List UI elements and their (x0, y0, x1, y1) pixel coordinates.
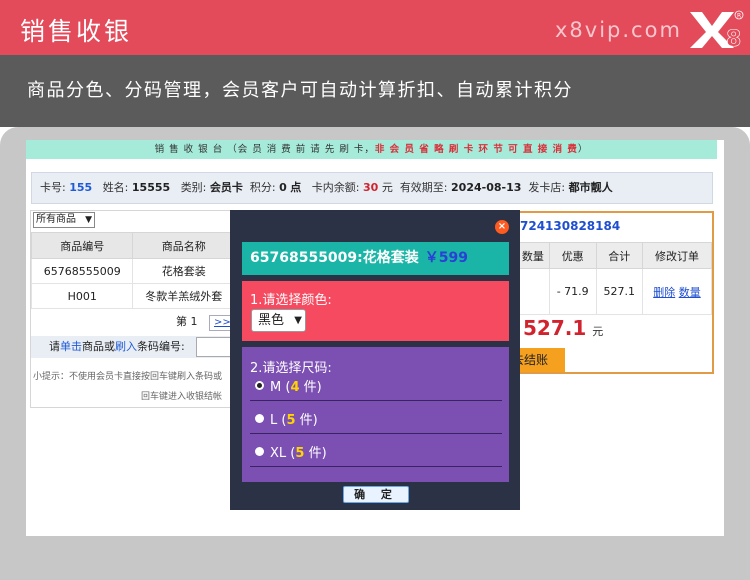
column-header: 合计 (595, 242, 643, 269)
chevron-down-icon: ▼ (85, 215, 92, 225)
barcode-input[interactable] (196, 337, 234, 357)
size-unit: 件) (299, 413, 318, 428)
site-url: x8vip.com (555, 18, 682, 42)
notice-text: 销 售 收 银 台 （会 员 消 费 前 请 先 刷 卡， (154, 144, 375, 155)
points-label: 积分: (249, 181, 276, 194)
svg-text:R: R (737, 13, 741, 20)
cashier-notice: 销 售 收 银 台 （会 员 消 费 前 请 先 刷 卡，非 会 员 省 略 刷… (26, 140, 717, 159)
size-name: L (270, 413, 278, 428)
size-unit: 件) (308, 446, 327, 461)
x8-logo: 8 R (690, 10, 744, 50)
card-label: 卡号: (40, 181, 66, 194)
divider (250, 466, 502, 467)
svg-text:8: 8 (726, 27, 741, 50)
page-indicator: 第 1 (176, 315, 198, 328)
edit-qty-link[interactable]: 数量 (679, 286, 701, 299)
name-label: 姓名: (102, 181, 129, 194)
balance-unit: 元 (381, 181, 393, 194)
product-name: 花格套装 (132, 258, 235, 284)
size-name: M (270, 380, 282, 395)
color-select[interactable]: 黑色 ▼ (251, 309, 306, 332)
order-table: 数量 优惠 合计 修改订单 - 71.9 527.1 删除 数量 (516, 242, 713, 315)
notice-end: ） (577, 144, 589, 155)
size-stock: 4 (290, 380, 300, 395)
size-unit: 件) (303, 380, 322, 395)
member-info-bar: 卡号: 155 姓名: 15555 类别: 会员卡 积分: 0 点 卡内余额: … (31, 172, 713, 204)
order-actions: 删除 数量 (641, 268, 713, 315)
order-card-number: 724130828184 (520, 219, 621, 233)
scan-mid1: 商品或 (82, 340, 115, 353)
type-label: 类别: (180, 181, 207, 194)
product-name: 冬款羊羔绒外套 (132, 283, 235, 309)
product-code: 65768555009 (30, 258, 134, 284)
divider (250, 400, 502, 401)
top-header: 销售收银 x8vip.com 8 R (0, 0, 750, 55)
card-balance: 30 (363, 181, 379, 194)
size-option-l[interactable]: L (5 件) (255, 409, 318, 428)
scan-prefix: 请 (49, 340, 60, 353)
page: 销售收银 x8vip.com 8 R 商品分色、分码管理，会员客户可自动计算折扣… (0, 0, 750, 580)
confirm-button[interactable]: 确 定 (343, 486, 409, 503)
table-row: - 71.9 527.1 删除 数量 (516, 268, 713, 315)
points-unit: 点 (290, 181, 302, 194)
member-name: 15555 (131, 181, 171, 194)
product-filter-select[interactable]: 所有商品 ▼ (33, 212, 95, 228)
store-label: 发卡店: (528, 181, 566, 194)
table-row[interactable]: H001 冬款羊羔绒外套 (30, 283, 235, 309)
banner-text: 商品分色、分码管理，会员客户可自动计算折扣、自动累计积分 (27, 80, 573, 101)
column-header: 商品名称 (132, 232, 235, 259)
tip-text: 小提示：不使用会员卡直接按回车键刷入条码或 (33, 372, 223, 382)
product-code: H001 (30, 283, 134, 309)
scan-swipe-word: 刷入 (115, 340, 137, 353)
radio-selected-icon[interactable] (255, 381, 264, 390)
total-amount: 527.1 (523, 316, 587, 340)
expiry-label: 有效期至: (399, 181, 448, 194)
size-stock: 5 (295, 446, 305, 461)
product-table: 商品编号 商品名称 65768555009 花格套装 H001 冬款羊羔绒外套 (30, 232, 235, 309)
scan-mid2: 条码编号: (137, 340, 185, 353)
color-value: 黑色 (258, 313, 285, 328)
delete-link[interactable]: 删除 (653, 286, 675, 299)
order-total: 527.1 元 (523, 316, 603, 340)
order-subtotal: 527.1 (595, 268, 643, 315)
card-number: 155 (69, 181, 93, 194)
notice-warning: 非 会 员 省 略 刷 卡 环 节 可 直 接 消 费 (374, 144, 578, 155)
size-name: XL (270, 446, 287, 461)
column-header: 商品编号 (30, 232, 134, 259)
size-option-xl[interactable]: XL (5 件) (255, 442, 327, 461)
expiry-date: 2024-08-13 (451, 181, 522, 194)
member-type: 会员卡 (209, 181, 243, 194)
scan-click-word: 单击 (60, 340, 82, 353)
close-icon[interactable]: × (495, 220, 509, 234)
tip-text-2: 回车键进入收银结帐 (141, 392, 223, 402)
size-stock: 5 (286, 413, 296, 428)
radio-icon[interactable] (255, 414, 264, 423)
product-filter-value: 所有商品 (36, 214, 76, 225)
radio-icon[interactable] (255, 447, 264, 456)
order-discount: - 71.9 (548, 268, 597, 315)
product-table-header: 商品编号 商品名称 (30, 232, 235, 259)
table-row[interactable]: 65768555009 花格套装 (30, 258, 235, 284)
total-unit: 元 (592, 325, 604, 338)
feature-banner: 商品分色、分码管理，会员客户可自动计算折扣、自动累计积分 (0, 55, 750, 127)
pagination: 第 1 >> (176, 313, 236, 331)
order-qty-cell (516, 268, 550, 315)
modal-product-name: 65768555009:花格套装 (250, 250, 419, 266)
page-title: 销售收银 (20, 17, 133, 46)
balance-label: 卡内余额: (311, 181, 360, 194)
order-table-header: 数量 优惠 合计 修改订单 (516, 242, 713, 269)
divider (250, 433, 502, 434)
size-label: 2.请选择尺码: (250, 361, 332, 376)
column-header: 优惠 (548, 242, 597, 269)
color-label: 1.请选择颜色: (250, 293, 332, 308)
chevron-down-icon: ▼ (294, 315, 302, 326)
modal-product-price: ￥599 (424, 250, 468, 266)
size-option-m[interactable]: M (4 件) (255, 376, 322, 395)
member-points: 0 (279, 181, 287, 194)
issuing-store: 都市靓人 (568, 181, 613, 194)
modal-product-header: 65768555009:花格套装 ￥599 (242, 242, 509, 275)
column-header: 修改订单 (641, 242, 713, 269)
column-header: 数量 (516, 242, 550, 269)
